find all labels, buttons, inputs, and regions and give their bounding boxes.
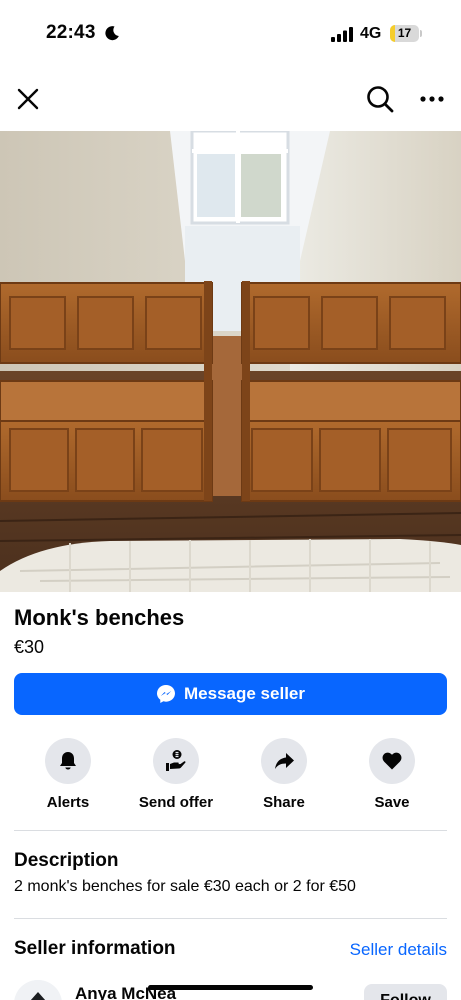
battery-level: 17 — [397, 26, 412, 40]
listing-photo[interactable] — [0, 131, 461, 592]
action-row: Alerts Send offer Share Save — [14, 738, 447, 816]
more-icon — [420, 96, 444, 102]
search-icon — [367, 86, 394, 113]
share-icon — [275, 753, 294, 769]
divider — [14, 918, 447, 919]
avatar[interactable] — [14, 980, 62, 1000]
top-nav — [0, 76, 461, 122]
bell-icon — [60, 752, 76, 770]
alerts-label: Alerts — [46, 794, 90, 811]
divider — [14, 830, 447, 831]
listing-photo-image — [0, 131, 461, 592]
status-bar: 22:43 4G 17 — [0, 0, 461, 66]
network-type: 4G — [360, 25, 382, 42]
share-icon-circle — [261, 738, 307, 784]
messenger-icon — [157, 685, 176, 703]
send-offer-icon-circle — [153, 738, 199, 784]
share-label: Share — [263, 794, 305, 811]
close-button[interactable] — [10, 81, 46, 117]
home-indicator[interactable] — [148, 985, 313, 990]
message-seller-label: Message seller — [184, 684, 305, 703]
save-label: Save — [374, 794, 410, 811]
share-button[interactable]: Share — [230, 738, 338, 816]
seller-details-link[interactable]: Seller details — [350, 940, 447, 960]
description-text: 2 monk's benches for sale €30 each or 2 … — [14, 878, 356, 895]
seller-info-heading: Seller information — [14, 938, 176, 959]
listing-price: €30 — [14, 637, 45, 657]
battery-icon: 17 — [390, 25, 422, 42]
signal-icon — [331, 27, 353, 42]
description-heading: Description — [14, 850, 119, 871]
message-seller-button[interactable]: Message seller — [14, 673, 447, 715]
search-button[interactable] — [362, 81, 398, 117]
follow-button[interactable]: Follow — [364, 984, 447, 1000]
heart-icon — [382, 752, 402, 770]
status-time: 22:43 — [46, 22, 96, 43]
alerts-icon-circle — [45, 738, 91, 784]
listing-title: Monk's benches — [14, 605, 185, 630]
send-offer-button[interactable]: Send offer — [122, 738, 230, 816]
moon-icon — [105, 26, 119, 41]
more-button[interactable] — [414, 81, 450, 117]
send-offer-icon — [166, 750, 186, 771]
close-icon — [17, 88, 39, 110]
avatar-image — [14, 980, 62, 1000]
alerts-button[interactable]: Alerts — [14, 738, 122, 816]
send-offer-label: Send offer — [138, 794, 214, 811]
save-button[interactable]: Save — [338, 738, 446, 816]
save-icon-circle — [369, 738, 415, 784]
